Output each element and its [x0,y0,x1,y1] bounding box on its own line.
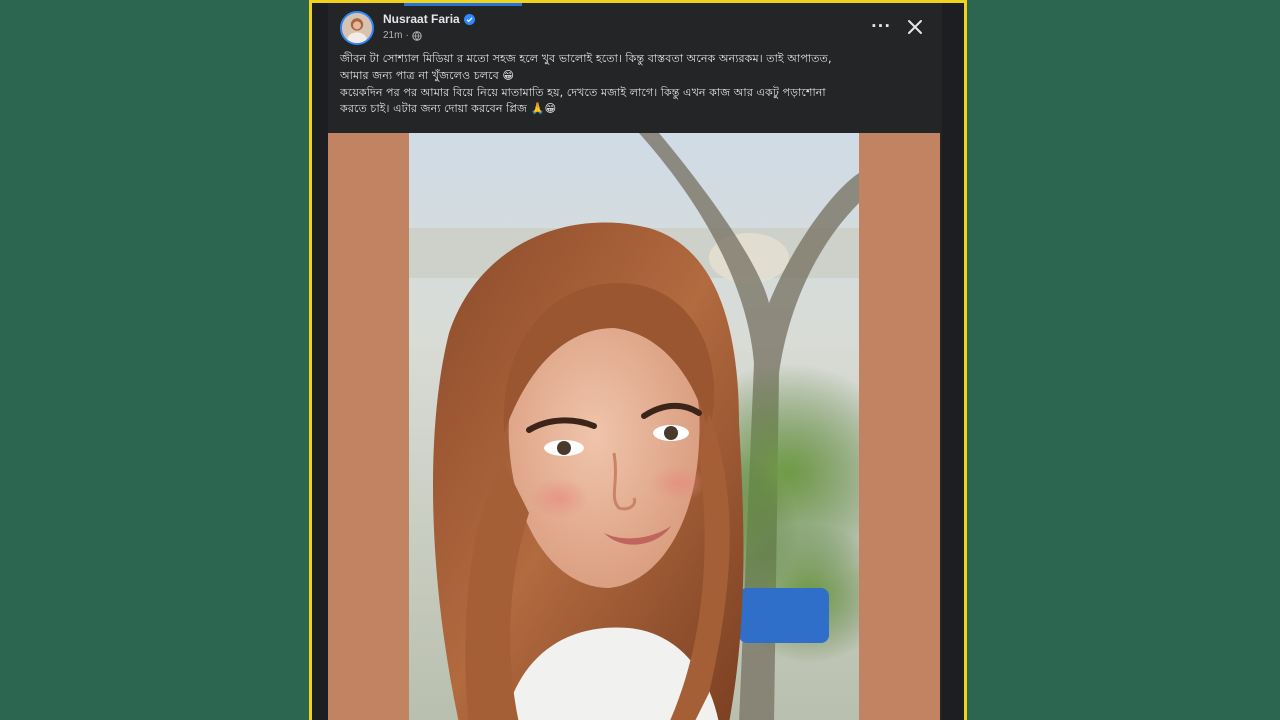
meta-separator: · [405,30,409,41]
photo-container [328,133,940,720]
author-name-row: Nusraat Faria [383,12,475,26]
globe-icon[interactable] [412,30,422,41]
facebook-post: Nusraat Faria 21m · ··· জীবন টা সোশ্যাল … [328,3,942,720]
portrait-photo-image [409,133,859,720]
post-caption: জীবন টা সোশ্যাল মিডিয়া র মতো সহজ হলে খু… [340,51,936,118]
post-time[interactable]: 21m [383,30,402,41]
caption-line: কয়েকদিন পর পর আমার বিয়ে নিয়ে মাতামাতি… [340,85,826,99]
more-options-button[interactable]: ··· [869,17,893,39]
post-photo[interactable] [409,133,859,720]
caption-line: করতে চাই। এটার জন্য দোয়া করবেন প্লিজ 🙏😁 [340,102,557,116]
close-icon[interactable] [904,16,926,38]
verified-badge-icon [463,13,475,25]
post-meta: 21m · [383,30,422,41]
tab-indicator [404,3,522,6]
caption-line: জীবন টা সোশ্যাল মিডিয়া র মতো সহজ হলে খু… [340,52,832,65]
avatar-image [342,13,372,43]
screenshot-frame: Nusraat Faria 21m · ··· জীবন টা সোশ্যাল … [309,0,967,720]
caption-line: আমার জন্য পাত্র না খুঁজলেও চলবে 😁 [340,68,515,82]
author-name[interactable]: Nusraat Faria [383,12,460,26]
avatar[interactable] [340,11,374,45]
